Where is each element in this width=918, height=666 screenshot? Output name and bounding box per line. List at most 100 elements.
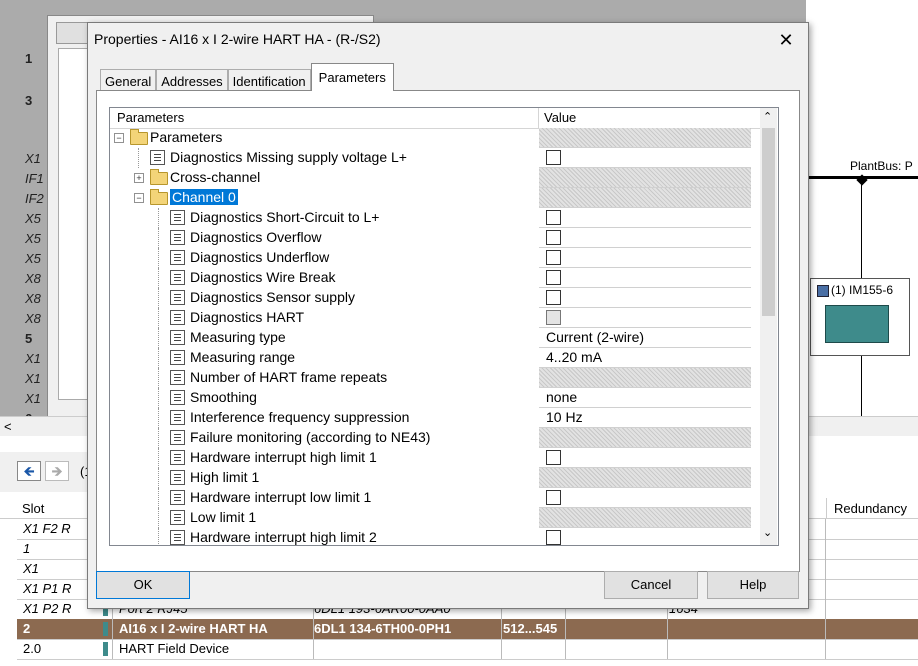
tab-parameters[interactable]: Parameters (310, 63, 394, 91)
parameter-label: Diagnostics Overflow (190, 229, 322, 245)
column-divider (825, 639, 826, 659)
header-divider (538, 108, 539, 128)
value-cell (539, 168, 751, 188)
value-text[interactable]: none (546, 389, 577, 405)
tree-connector (158, 348, 159, 368)
value-cell[interactable] (539, 308, 751, 328)
back-arrow-icon[interactable]: 🡸 (17, 461, 41, 481)
parameter-doc-icon (170, 370, 185, 385)
station-row-label: X5 (25, 251, 41, 266)
ok-button[interactable]: OK (96, 571, 190, 599)
grid-header: Parameters Value (110, 108, 760, 129)
parameter-row[interactable]: Hardware interrupt high limit 1 (110, 448, 760, 468)
value-cell[interactable] (539, 448, 751, 468)
network-view-background: PlantBus: P (1) IM155-6 (806, 0, 918, 420)
value-checkbox[interactable] (546, 310, 561, 325)
collapse-icon[interactable]: − (114, 133, 124, 143)
value-cell[interactable] (539, 248, 751, 268)
table-cell-col2: AI16 x I 2-wire HART HA (119, 621, 268, 636)
parameter-row[interactable]: Low limit 1 (110, 508, 760, 528)
parameter-row[interactable]: Diagnostics Sensor supply (110, 288, 760, 308)
value-text[interactable]: Current (2-wire) (546, 329, 644, 345)
value-cell[interactable] (539, 208, 751, 228)
value-checkbox[interactable] (546, 230, 561, 245)
value-checkbox[interactable] (546, 490, 561, 505)
table-cell-slot: X1 P2 R (23, 601, 72, 616)
device-box[interactable]: (1) IM155-6 (810, 278, 910, 356)
table-row[interactable]: 2 AI16 x I 2-wire HART HA 6DL1 134-6TH00-0… (17, 619, 918, 640)
value-cell[interactable] (539, 528, 751, 545)
parameter-row[interactable]: Hardware interrupt high limit 2 (110, 528, 760, 545)
value-checkbox[interactable] (546, 530, 561, 545)
parameter-row[interactable]: Number of HART frame repeats (110, 368, 760, 388)
value-cell[interactable] (539, 148, 751, 168)
value-cell[interactable] (539, 488, 751, 508)
parameter-row[interactable]: Measuring type Current (2-wire) (110, 328, 760, 348)
tree-connector (138, 148, 139, 168)
parameter-row[interactable]: − Channel 0 (110, 188, 760, 208)
parameter-row[interactable]: Diagnostics Overflow (110, 228, 760, 248)
dialog-title: Properties - AI16 x I 2-wire HART HA - (… (94, 31, 381, 47)
table-cell-slot: 2.0 (23, 641, 42, 656)
value-checkbox[interactable] (546, 450, 561, 465)
scrollbar-thumb[interactable] (762, 128, 775, 316)
column-divider (112, 639, 113, 659)
parameter-label: Diagnostics Wire Break (190, 269, 336, 285)
parameter-row[interactable]: Diagnostics Short-Circuit to L+ (110, 208, 760, 228)
cancel-button[interactable]: Cancel (604, 571, 698, 599)
tree-connector (158, 508, 159, 528)
tree-connector (158, 388, 159, 408)
rack-icon (56, 22, 88, 44)
parameter-row[interactable]: Smoothing none (110, 388, 760, 408)
station-row-label: X1 (25, 391, 41, 406)
properties-dialog: Properties - AI16 x I 2-wire HART HA - (… (87, 22, 809, 609)
value-cell[interactable] (539, 288, 751, 308)
value-checkbox[interactable] (546, 270, 561, 285)
value-checkbox[interactable] (546, 250, 561, 265)
parameter-row[interactable]: Diagnostics Missing supply voltage L+ (110, 148, 760, 168)
forward-arrow-icon[interactable]: 🡺 (45, 461, 69, 481)
station-row-label: X8 (25, 271, 41, 286)
parameter-doc-icon (170, 510, 185, 525)
value-checkbox[interactable] (546, 210, 561, 225)
scroll-left-icon[interactable]: < (4, 419, 12, 434)
parameter-row[interactable]: Diagnostics Underflow (110, 248, 760, 268)
parameter-row[interactable]: Failure monitoring (according to NE43) (110, 428, 760, 448)
scroll-down-icon[interactable]: ⌄ (763, 526, 772, 539)
column-divider (501, 619, 502, 639)
module-icon (103, 642, 108, 656)
column-divider (313, 619, 314, 639)
column-divider (667, 639, 668, 659)
parameter-label: High limit 1 (190, 469, 260, 485)
collapse-icon[interactable]: − (134, 193, 144, 203)
station-row-label: X8 (25, 291, 41, 306)
column-divider (825, 599, 826, 619)
help-button[interactable]: Help (707, 571, 799, 599)
parameter-row[interactable]: Measuring range 4..20 mA (110, 348, 760, 368)
scroll-up-icon[interactable]: ⌃ (763, 110, 772, 123)
close-icon[interactable]: ✕ (772, 27, 800, 53)
parameter-row[interactable]: Hardware interrupt low limit 1 (110, 488, 760, 508)
tree-connector (158, 468, 159, 488)
expand-icon[interactable]: + (134, 173, 144, 183)
parameter-row[interactable]: Interference frequency suppression 10 Hz (110, 408, 760, 428)
parameter-row[interactable]: Diagnostics HART (110, 308, 760, 328)
parameter-row[interactable]: High limit 1 (110, 468, 760, 488)
parameter-row[interactable]: Diagnostics Wire Break (110, 268, 760, 288)
value-cell[interactable] (539, 268, 751, 288)
table-row[interactable]: 2.0 HART Field Device (17, 639, 918, 660)
value-checkbox[interactable] (546, 150, 561, 165)
plantbus-label: PlantBus: P (850, 159, 913, 173)
value-cell[interactable] (539, 228, 751, 248)
folder-open-icon (130, 129, 148, 145)
value-cell (539, 128, 751, 148)
parameter-row[interactable]: − Parameters (110, 128, 760, 148)
parameter-label: Diagnostics Sensor supply (190, 289, 355, 305)
parameter-row[interactable]: + Cross-channel (110, 168, 760, 188)
value-checkbox[interactable] (546, 290, 561, 305)
value-text[interactable]: 4..20 mA (546, 349, 602, 365)
vertical-scrollbar[interactable]: ⌃ ⌄ (760, 108, 777, 545)
station-row-label: X5 (25, 231, 41, 246)
value-text[interactable]: 10 Hz (546, 409, 583, 425)
tree-connector (158, 248, 159, 268)
